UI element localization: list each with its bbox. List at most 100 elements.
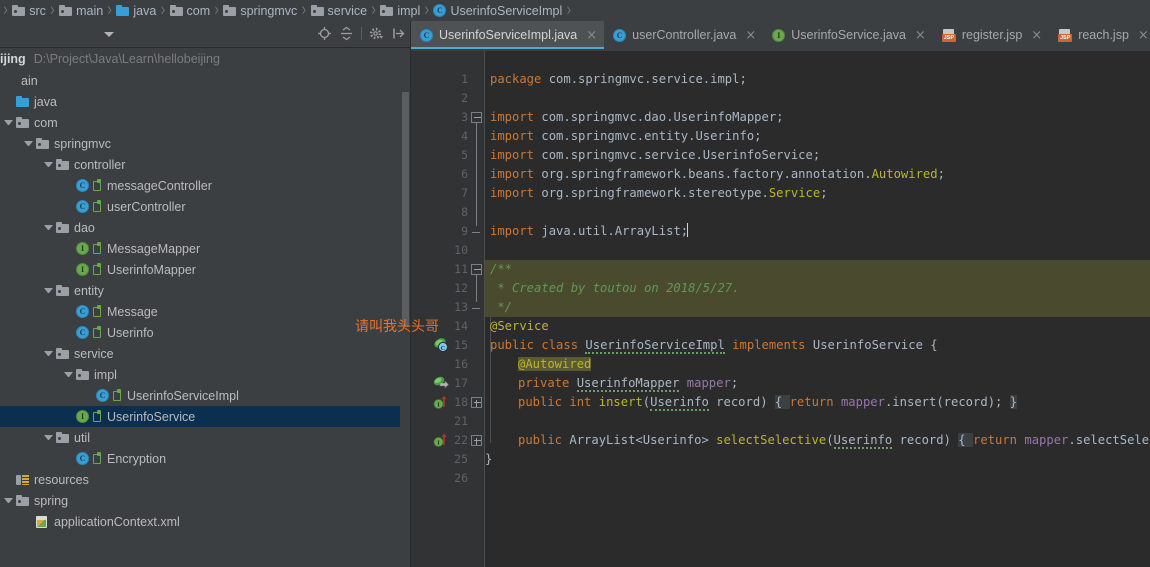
tree-item-applicationcontext-xml[interactable]: applicationContext.xml <box>0 511 400 532</box>
tree-item-service[interactable]: service <box>0 343 400 364</box>
tree-item-encryption[interactable]: C Encryption <box>0 448 400 469</box>
hide-panel-icon[interactable] <box>391 26 406 41</box>
tab-label: UserinfoService.java <box>791 28 906 42</box>
breadcrumb-item-class[interactable]: C UserinfoServiceImpl <box>432 0 563 21</box>
chevron-down-icon[interactable] <box>44 435 53 440</box>
editor-tab-reach-jsp[interactable]: reach.jsp × <box>1049 21 1150 49</box>
tree-item-springmvc[interactable]: springmvc <box>0 133 400 154</box>
tree-item-label: com <box>34 115 58 130</box>
breadcrumb-separator: › <box>424 0 430 21</box>
token-annotation: @Service <box>490 319 549 333</box>
tree-item-util[interactable]: util <box>0 427 400 448</box>
token-keyword: import <box>490 186 535 200</box>
tree-item-com[interactable]: com <box>0 112 400 133</box>
close-icon[interactable]: × <box>586 28 597 43</box>
tree-item-userinfomapper[interactable]: I UserinfoMapper <box>0 259 400 280</box>
chevron-down-icon[interactable] <box>64 372 73 377</box>
collapse-all-icon[interactable] <box>339 26 354 41</box>
token-keyword: package <box>490 72 542 86</box>
editor-tab-userinfoserviceimpl-java[interactable]: C UserinfoServiceImpl.java × <box>411 21 605 49</box>
tree-item-label: Message <box>107 304 158 319</box>
chevron-down-icon[interactable] <box>44 162 53 167</box>
tree-item-message[interactable]: C Message <box>0 301 400 322</box>
token-text: ) <box>943 433 959 447</box>
breadcrumb-label: main <box>76 3 104 18</box>
tree-item-resources[interactable]: resources <box>0 469 400 490</box>
tree-item-userinfoserviceimpl[interactable]: C UserinfoServiceImpl <box>0 385 400 406</box>
chevron-down-icon[interactable] <box>44 288 53 293</box>
breadcrumb-separator: › <box>566 0 572 21</box>
tree-item-controller[interactable]: controller <box>0 154 400 175</box>
breadcrumb-item-main[interactable]: main <box>58 0 104 21</box>
token-text: org.springframework.beans.factory.annota… <box>534 167 872 181</box>
editor-gutter[interactable]: 1 2 3 4 5 6 7 8 9 10 11 12 13 14 15 16 17 18 21 22 25 26 C I I <box>411 51 468 567</box>
breadcrumb-item-impl[interactable]: impl <box>379 0 421 21</box>
editor-tab-register-jsp[interactable]: register.jsp × <box>933 21 1049 49</box>
tree-item-userinfo[interactable]: C Userinfo <box>0 322 400 343</box>
code-content[interactable]: package com.springmvc.service.impl; impo… <box>485 51 1150 567</box>
locate-target-icon[interactable] <box>317 26 332 41</box>
breadcrumb-item-java[interactable]: java <box>115 0 157 21</box>
chevron-down-icon[interactable] <box>104 32 114 37</box>
breadcrumb-item-service[interactable]: service <box>310 0 369 21</box>
code-editor[interactable]: 1 2 3 4 5 6 7 8 9 10 11 12 13 14 15 16 17 18 21 22 25 26 C I I p… <box>411 51 1150 567</box>
line-number: 4 <box>461 129 468 143</box>
tree-item-impl[interactable]: impl <box>0 364 400 385</box>
token-javadoc: /** <box>490 262 513 276</box>
token-keyword: import <box>490 129 535 143</box>
editor-tab-usercontroller-java[interactable]: CuserController.java × <box>604 21 763 49</box>
project-tree-scrollbar[interactable] <box>401 70 410 567</box>
close-icon[interactable]: × <box>1138 28 1149 43</box>
scrollbar-thumb[interactable] <box>402 92 409 327</box>
editor-tab-userinfoservice-java[interactable]: I UserinfoService.java × <box>763 21 933 49</box>
source-marker-icon <box>93 326 102 338</box>
breadcrumb-item-src[interactable]: src <box>11 0 47 21</box>
chevron-down-icon[interactable] <box>44 225 53 230</box>
token-keyword: private <box>518 376 577 390</box>
tree-item-label: controller <box>74 157 126 172</box>
chevron-down-icon[interactable] <box>24 141 33 146</box>
fold-collapse-javadoc[interactable] <box>471 264 482 275</box>
gear-settings-icon[interactable] <box>369 26 384 41</box>
close-icon[interactable]: × <box>915 28 926 43</box>
project-tree[interactable]: ain java com springmvc controller CmessageCon… <box>0 70 400 567</box>
tree-item-java[interactable]: java <box>0 91 400 112</box>
token-type: ArrayList<Userinfo> <box>569 433 717 447</box>
code-line-12: * Created by toutou on 2018/5/27. <box>485 279 1150 298</box>
tree-item-entity[interactable]: entity <box>0 280 400 301</box>
close-icon[interactable]: × <box>1031 28 1042 43</box>
tree-item-spring[interactable]: spring <box>0 490 400 511</box>
token-javadoc: * Created by toutou on 2018/5/27. <box>490 281 740 295</box>
tree-item-label: MessageMapper <box>107 241 201 256</box>
fold-expand-insert-method[interactable] <box>471 397 482 408</box>
tree-item-ain[interactable]: ain <box>0 70 400 91</box>
tree-item-userinfoservice[interactable]: I UserinfoService <box>0 406 400 427</box>
chevron-down-icon[interactable] <box>44 351 53 356</box>
code-line-9: import java.util.ArrayList; <box>485 222 1150 241</box>
breadcrumb-item-springmvc[interactable]: springmvc <box>222 0 298 21</box>
code-line-4: import com.springmvc.entity.Userinfo; <box>485 127 1150 146</box>
tree-item-usercontroller[interactable]: CuserController <box>0 196 400 217</box>
implementing-method-icon[interactable]: I <box>433 432 449 448</box>
spring-autowired-icon[interactable] <box>433 375 449 391</box>
code-folding-column[interactable] <box>468 51 484 567</box>
spring-bean-icon[interactable]: C <box>433 337 449 353</box>
token-field: mapper <box>1024 433 1069 447</box>
chevron-down-icon[interactable] <box>4 498 13 503</box>
code-line-14: @Service <box>485 317 1150 336</box>
editor-tab-bar[interactable]: C UserinfoServiceImpl.java × CuserControlle… <box>411 21 1150 50</box>
line-number: 14 <box>454 319 468 333</box>
tree-item-messagecontroller[interactable]: CmessageController <box>0 175 400 196</box>
close-icon[interactable]: × <box>745 28 756 43</box>
project-root-row[interactable]: ijing D:\Project\Java\Learn\hellobeijing <box>0 48 400 70</box>
breadcrumb-item-com[interactable]: com <box>169 0 212 21</box>
implementing-method-icon[interactable]: I <box>433 394 449 410</box>
folder-icon <box>169 5 183 16</box>
tree-item-messagemapper[interactable]: I MessageMapper <box>0 238 400 259</box>
tree-item-dao[interactable]: dao <box>0 217 400 238</box>
fold-expand-selectselective-method[interactable] <box>471 435 482 446</box>
chevron-down-icon[interactable] <box>4 120 13 125</box>
fold-collapse-imports[interactable] <box>471 112 482 123</box>
tree-item-label: userController <box>107 199 186 214</box>
breadcrumb-label: service <box>327 3 368 18</box>
